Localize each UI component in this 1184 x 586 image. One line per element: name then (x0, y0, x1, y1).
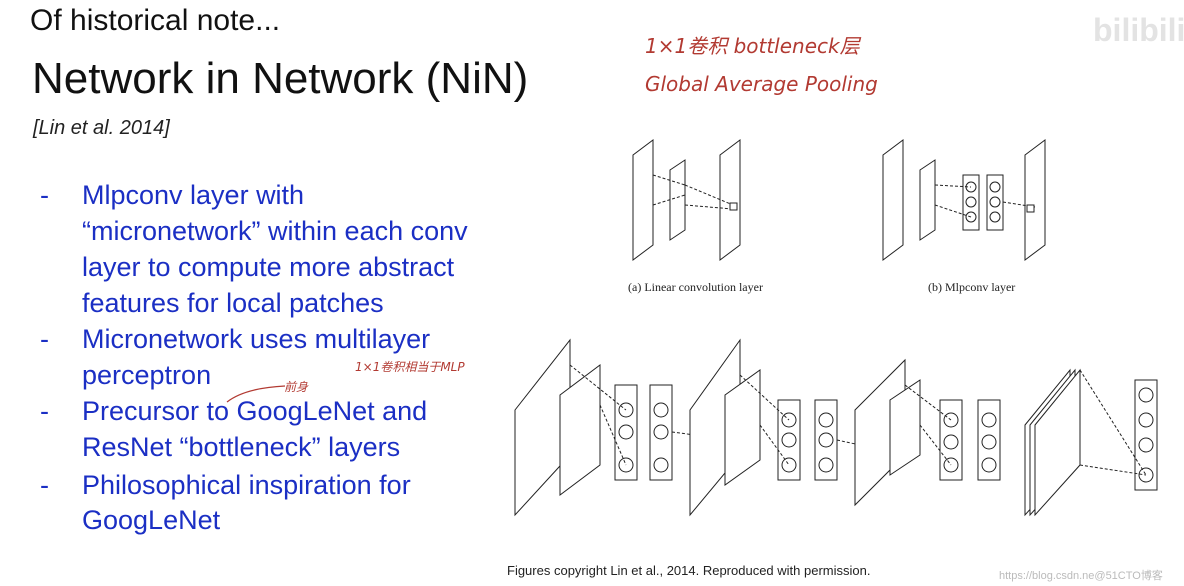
block-2 (689, 338, 861, 517)
slide-heading: Of historical note... (30, 4, 281, 37)
bullet-line: GoogLeNet (82, 505, 221, 535)
slide-title: Network in Network (NiN) (32, 54, 529, 103)
block-1 (514, 338, 696, 517)
csdn-watermark: https://blog.csdn.ne@51CTO博客 (999, 570, 1163, 582)
annotation-stroke (226, 385, 286, 403)
bullet-line: “micronetwork” within each conv (82, 216, 468, 246)
bullet-line: layer to compute more abstract (82, 252, 455, 282)
bullet-marker: - (40, 396, 49, 426)
caption-b: (b) Mlpconv layer (928, 280, 1016, 294)
bullet-line: ResNet “bottleneck” layers (82, 432, 401, 462)
annotation-gap: Global Average Pooling (645, 72, 878, 96)
bullet-line: Philosophical inspiration for (82, 470, 411, 500)
linear-conv-figure (632, 139, 741, 261)
bullet-marker: - (40, 324, 49, 354)
bilibili-watermark: bilibili (1093, 12, 1184, 48)
bullet-marker: - (40, 180, 49, 210)
caption-a: (a) Linear convolution layer (628, 280, 763, 294)
annotation-mlp: 1×1卷积相当于MLP (355, 360, 465, 374)
annotation-bottleneck: 1×1卷积 bottleneck层 (645, 34, 860, 58)
global-pooling-block (1024, 368, 1158, 517)
citation: [Lin et al. 2014] (33, 117, 170, 139)
figure-credit: Figures copyright Lin et al., 2014. Repr… (507, 563, 871, 578)
block-3 (854, 358, 1001, 507)
mlpconv-figure (882, 139, 1046, 261)
bullet-line: Micronetwork uses multilayer (82, 324, 431, 354)
bullet-line: Mlpconv layer with (82, 180, 305, 210)
bullet-line: perceptron (82, 360, 212, 390)
bullet-line: features for local patches (82, 288, 384, 318)
bullet-marker: - (40, 470, 49, 500)
nin-architecture-figure (514, 338, 1158, 517)
